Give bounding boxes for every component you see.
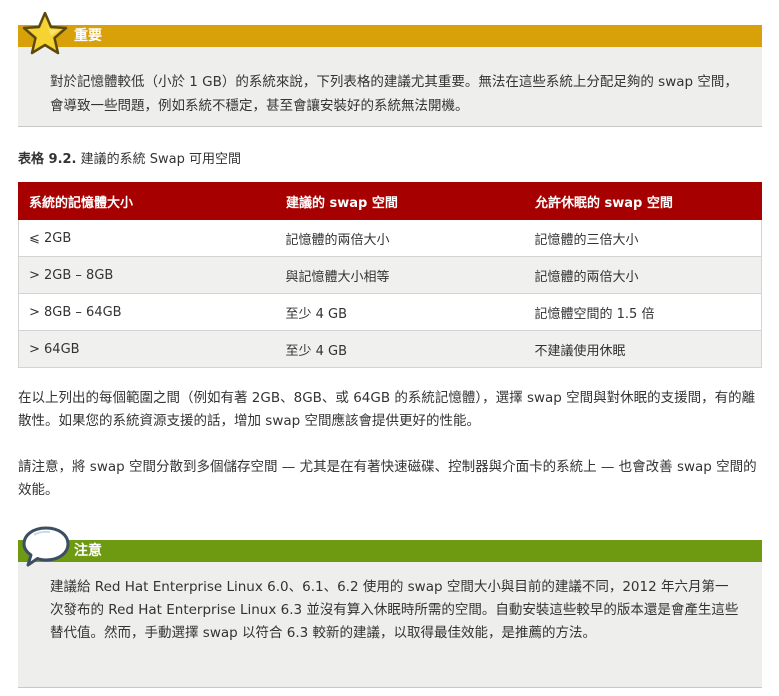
table-cell: 至少 4 GB [275, 330, 525, 368]
speech-bubble-icon [22, 526, 70, 567]
important-header: 重要 [18, 25, 762, 47]
table-header-cell: 允許休眠的 swap 空間 [524, 182, 762, 220]
table-header-cell: 系統的記憶體大小 [18, 182, 276, 220]
note-admonition: 注意 建議給 Red Hat Enterprise Linux 6.0、6.1、… [18, 540, 762, 688]
table-caption-title: 建議的系統 Swap 可用空間 [80, 152, 242, 167]
table-caption: 表格 9.2. 建議的系統 Swap 可用空間 [18, 148, 241, 167]
table-row: ⩽ 2GB 記憶體的兩倍大小 記憶體的三倍大小 [18, 219, 762, 257]
table-cell: ⩽ 2GB [18, 219, 276, 257]
table-row: > 8GB – 64GB 至少 4 GB 記憶體空間的 1.5 倍 [18, 293, 762, 331]
table-cell: 與記憶體大小相等 [275, 256, 525, 294]
note-header: 注意 [18, 540, 762, 562]
body-paragraph: 請注意，將 swap 空間分散到多個儲存空間 — 尤其是在有著快速磁碟、控制器與… [18, 459, 757, 498]
table-cell: 記憶體的兩倍大小 [524, 256, 762, 294]
table-cell: 不建議使用休眠 [524, 330, 762, 368]
table-cell: 記憶體空間的 1.5 倍 [524, 293, 762, 331]
swap-table: 系統的記憶體大小 建議的 swap 空間 允許休眠的 swap 空間 ⩽ 2GB… [18, 182, 762, 368]
table-cell: 記憶體的兩倍大小 [275, 219, 525, 257]
table-row: > 2GB – 8GB 與記憶體大小相等 記憶體的兩倍大小 [18, 256, 762, 294]
table-cell: > 8GB – 64GB [18, 293, 276, 331]
note-title: 注意 [74, 543, 102, 559]
table-caption-label: 表格 9.2. [18, 152, 77, 167]
table-header-row: 系統的記憶體大小 建議的 swap 空間 允許休眠的 swap 空間 [18, 182, 762, 220]
star-icon [22, 11, 68, 55]
important-admonition: 重要 對於記憶體較低（小於 1 GB）的系統來說，下列表格的建議尤其重要。無法在… [18, 25, 762, 127]
table-cell: 記憶體的三倍大小 [524, 219, 762, 257]
table-cell: 至少 4 GB [275, 293, 525, 331]
important-title: 重要 [74, 28, 102, 44]
table-header-cell: 建議的 swap 空間 [275, 182, 525, 220]
important-text: 對於記憶體較低（小於 1 GB）的系統來說，下列表格的建議尤其重要。無法在這些系… [50, 74, 738, 114]
body-paragraph: 在以上列出的每個範圍之間（例如有著 2GB、8GB、或 64GB 的系統記憶體）… [18, 390, 756, 429]
note-text: 建議給 Red Hat Enterprise Linux 6.0、6.1、6.2… [50, 579, 739, 641]
table-cell: > 64GB [18, 330, 276, 368]
table-cell: > 2GB – 8GB [18, 256, 276, 294]
table-row: > 64GB 至少 4 GB 不建議使用休眠 [18, 330, 762, 368]
